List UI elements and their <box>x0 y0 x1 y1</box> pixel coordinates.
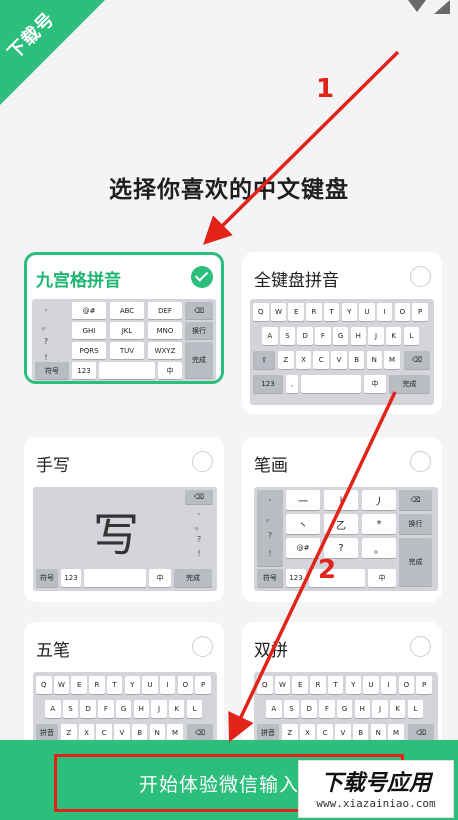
annotation-arrows <box>203 50 400 743</box>
annotation-arrow-2 <box>228 391 397 743</box>
watermark-brand: 下载号应用 <box>320 771 431 796</box>
watermark-url: www.xiazainiao.com <box>316 797 436 810</box>
annotation-number-2: 2 <box>318 555 337 585</box>
annotation-number-1: 1 <box>316 74 335 104</box>
watermark-logo: 下载号应用 www.xiazainiao.com <box>298 760 454 818</box>
annotation-arrow-1 <box>203 50 400 245</box>
